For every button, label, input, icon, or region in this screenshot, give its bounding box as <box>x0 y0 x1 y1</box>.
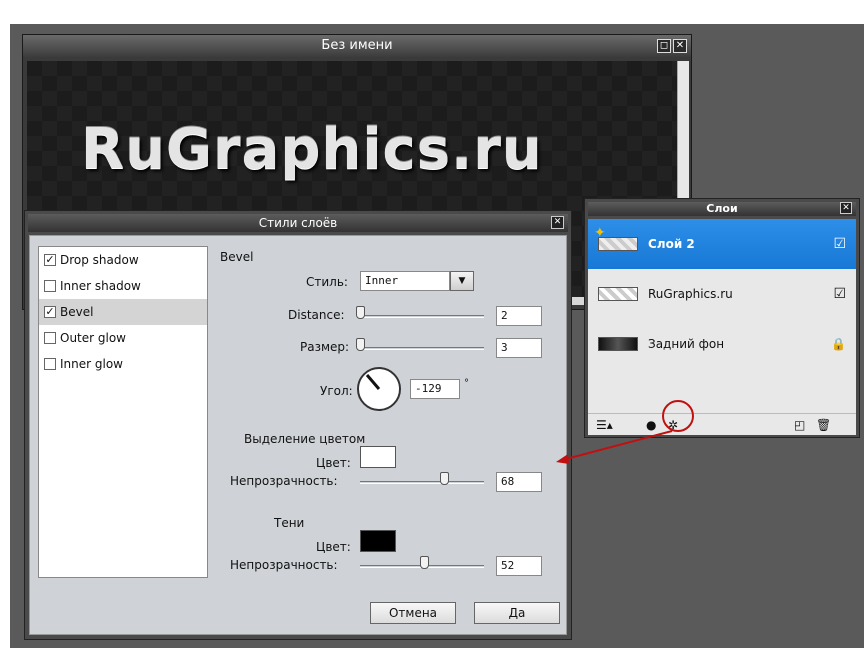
style-list: ✓ Drop shadow Inner shadow ✓ Bevel Outer… <box>38 246 208 578</box>
distance-field[interactable]: 2 <box>496 306 542 326</box>
highlight-title: Выделение цветом <box>244 432 366 446</box>
layer-mask-icon[interactable]: ● <box>646 418 656 432</box>
style-select-value: Inner <box>365 274 399 287</box>
annotation-circle <box>662 400 694 432</box>
drop-shadow-checkbox[interactable]: ✓ <box>44 254 56 266</box>
visibility-checkbox[interactable]: ☑ <box>833 236 846 252</box>
highlight-color-label: Цвет: <box>316 456 351 470</box>
distance-slider-thumb[interactable] <box>356 306 365 319</box>
highlight-opacity-label: Непрозрачность: <box>230 474 338 488</box>
bevel-checkbox[interactable]: ✓ <box>44 306 56 318</box>
angle-field[interactable]: -129 <box>410 379 460 399</box>
style-item-inner-shadow[interactable]: Inner shadow <box>39 273 207 299</box>
highlight-opacity-slider[interactable] <box>360 481 484 484</box>
dialog-titlebar[interactable]: Стили слоёв ✕ <box>28 214 568 232</box>
layer-name: RuGraphics.ru <box>648 287 733 301</box>
layer-item[interactable]: Задний фон 🔒 <box>588 319 856 369</box>
layer-styles-dialog: Стили слоёв ✕ ✓ Drop shadow Inner shadow… <box>24 210 572 640</box>
star-icon: ✦ <box>594 225 606 241</box>
shadow-opacity-field[interactable]: 52 <box>496 556 542 576</box>
size-slider-thumb[interactable] <box>356 338 365 351</box>
highlight-opacity-slider-thumb[interactable] <box>440 472 449 485</box>
highlight-opacity-field[interactable]: 68 <box>496 472 542 492</box>
size-slider[interactable] <box>360 347 484 350</box>
angle-dial[interactable] <box>357 367 401 411</box>
shadow-opacity-slider-thumb[interactable] <box>420 556 429 569</box>
size-label: Размер: <box>300 340 350 354</box>
layers-title: Слои <box>706 202 738 215</box>
angle-label: Угол: <box>320 384 353 398</box>
style-select[interactable]: Inner <box>360 271 450 291</box>
size-field[interactable]: 3 <box>496 338 542 358</box>
shadow-opacity-label: Непрозрачность: <box>230 558 338 572</box>
cancel-button[interactable]: Отмена <box>370 602 456 624</box>
layers-close-button[interactable]: ✕ <box>840 202 852 214</box>
visibility-checkbox[interactable]: ☑ <box>833 286 846 302</box>
angle-unit: ° <box>464 378 469 389</box>
style-item-label: Bevel <box>60 305 94 319</box>
shadow-title: Тени <box>274 516 305 530</box>
inner-shadow-checkbox[interactable] <box>44 280 56 292</box>
ok-button[interactable]: Да <box>474 602 560 624</box>
layer-thumbnail <box>598 287 638 301</box>
style-item-label: Drop shadow <box>60 253 139 267</box>
style-item-outer-glow[interactable]: Outer glow <box>39 325 207 351</box>
layers-titlebar[interactable]: Слои ✕ <box>588 202 856 216</box>
canvas-text: RuGraphics.ru <box>81 117 543 182</box>
style-item-bevel[interactable]: ✓ Bevel <box>39 299 207 325</box>
chevron-down-icon[interactable]: ▼ <box>450 271 474 291</box>
new-layer-icon[interactable]: ◰ <box>794 418 805 432</box>
layer-properties-icon[interactable]: ☰▴ <box>596 418 613 432</box>
restore-button[interactable]: ◻ <box>657 39 671 53</box>
inner-glow-checkbox[interactable] <box>44 358 56 370</box>
highlight-color-swatch[interactable] <box>360 446 396 468</box>
lock-icon[interactable]: 🔒 <box>831 337 846 351</box>
layer-thumbnail <box>598 337 638 351</box>
style-label: Стиль: <box>306 275 348 289</box>
style-item-label: Inner shadow <box>60 279 141 293</box>
distance-slider[interactable] <box>360 315 484 318</box>
outer-glow-checkbox[interactable] <box>44 332 56 344</box>
close-button[interactable]: ✕ <box>673 39 687 53</box>
layers-panel: Слои ✕ ✦ Слой 2 ☑ RuGraphics.ru ☑ Задний… <box>584 198 860 438</box>
layers-toolbar: ☰▴ ● ✲ ◰ 🗑 <box>588 413 856 435</box>
style-item-label: Outer glow <box>60 331 126 345</box>
style-item-label: Inner glow <box>60 357 123 371</box>
layer-item[interactable]: ✦ Слой 2 ☑ <box>588 219 856 269</box>
distance-label: Distance: <box>288 308 345 322</box>
layers-list: ✦ Слой 2 ☑ RuGraphics.ru ☑ Задний фон 🔒 … <box>588 219 856 435</box>
dialog-title: Стили слоёв <box>258 216 338 230</box>
shadow-color-swatch[interactable] <box>360 530 396 552</box>
style-item-drop-shadow[interactable]: ✓ Drop shadow <box>39 247 207 273</box>
layer-name: Слой 2 <box>648 237 695 251</box>
shadow-color-label: Цвет: <box>316 540 351 554</box>
dialog-close-button[interactable]: ✕ <box>551 216 564 229</box>
image-window-title: Без имени <box>321 38 393 53</box>
section-title: Bevel <box>220 250 254 264</box>
layer-name: Задний фон <box>648 337 725 351</box>
style-item-inner-glow[interactable]: Inner glow <box>39 351 207 377</box>
image-window-titlebar[interactable]: Без имени ◻ ✕ <box>23 35 691 57</box>
layer-item[interactable]: RuGraphics.ru ☑ <box>588 269 856 319</box>
dialog-body: ✓ Drop shadow Inner shadow ✓ Bevel Outer… <box>29 235 567 635</box>
trash-icon[interactable]: 🗑 <box>816 418 831 432</box>
